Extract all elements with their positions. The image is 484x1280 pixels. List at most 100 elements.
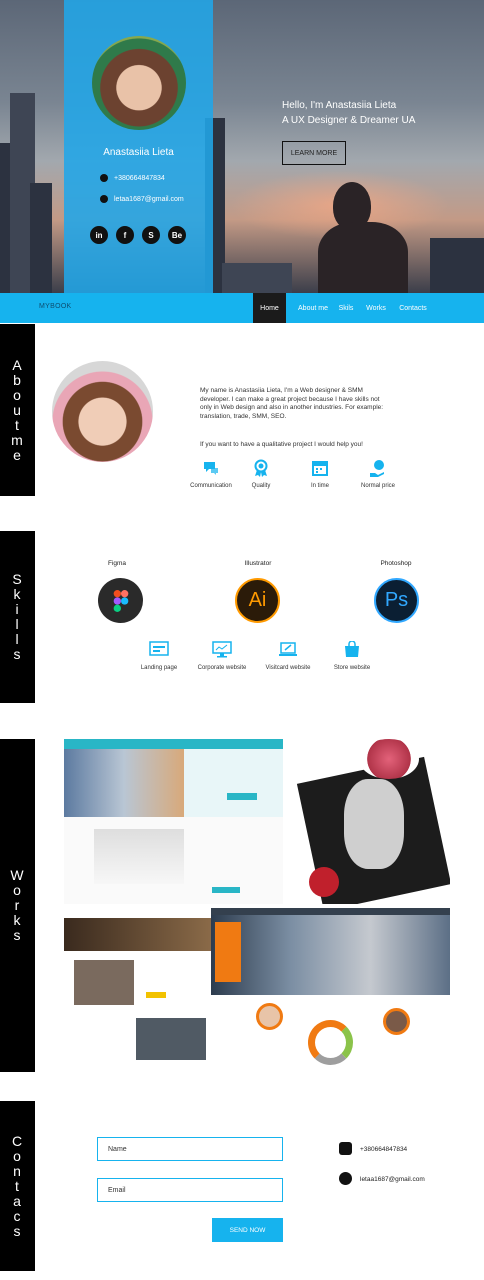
thumb-donut-chart xyxy=(308,1020,353,1065)
phone-text: +380664847834 xyxy=(114,174,165,182)
label-char: o xyxy=(13,386,22,403)
hero-heading: Hello, I'm Anastasiia Lieta A UX Designe… xyxy=(282,98,472,128)
work-thumbnail-dance[interactable] xyxy=(211,908,450,1073)
laptop-icon xyxy=(279,642,297,656)
label-char: n xyxy=(13,1162,22,1179)
hero-section: Anastasiia Lieta +380664847834 letaa1687… xyxy=(0,0,484,293)
profile-name: Anastasiia Lieta xyxy=(103,147,174,158)
profile-email: letaa1687@gmail.com xyxy=(100,195,184,203)
nav-skills[interactable]: Skils xyxy=(336,293,356,323)
thumb-avatar xyxy=(383,1008,410,1035)
skype-icon[interactable]: S xyxy=(142,226,160,244)
label-char: m xyxy=(11,431,24,448)
phone-icon xyxy=(339,1142,352,1155)
contacts-label: Contacs xyxy=(0,1101,35,1271)
work-thumbnail-corporate[interactable] xyxy=(64,739,283,904)
about-text: My name is Anastasiia Lieta, I'm a Web d… xyxy=(200,387,384,420)
service-label: Corporate website xyxy=(197,665,247,671)
illustrator-icon: Ai xyxy=(235,578,280,623)
label-char: c xyxy=(13,1207,22,1224)
thumb-avatar xyxy=(256,1003,283,1030)
label-char: b xyxy=(13,371,22,388)
about-avatar xyxy=(52,361,153,462)
figma-icon xyxy=(98,578,143,623)
thumb-header xyxy=(211,908,450,915)
label-char: o xyxy=(13,882,22,898)
name-field[interactable]: Name xyxy=(97,1137,283,1161)
nav-works[interactable]: Works xyxy=(362,293,390,323)
skills-label: Skills xyxy=(0,531,35,703)
service-label: Store website xyxy=(333,665,371,671)
monitor-icon xyxy=(212,641,232,658)
building xyxy=(430,238,484,293)
about-label: About me xyxy=(0,324,35,496)
price-icon xyxy=(370,460,384,477)
label-char: e xyxy=(13,446,22,463)
thumb-button xyxy=(146,992,166,998)
thumb-figure xyxy=(344,779,404,869)
label-char: A xyxy=(12,356,23,373)
nav-contacts[interactable]: Contacts xyxy=(394,293,432,323)
label-char: s xyxy=(13,646,22,662)
label-char: k xyxy=(13,586,22,602)
thumb-flags-image xyxy=(64,749,184,817)
works-label: Works xyxy=(0,739,35,1072)
navbar: MYBOOK Home About me Skils Works Contact… xyxy=(0,293,484,323)
label-char: i xyxy=(15,601,20,617)
thumb-hero-image xyxy=(211,915,450,995)
nav-home[interactable]: Home xyxy=(253,293,286,323)
thumb-menu xyxy=(215,922,241,982)
linkedin-icon[interactable]: in xyxy=(90,226,108,244)
thumb-button xyxy=(227,793,257,800)
email-field[interactable]: Email xyxy=(97,1178,283,1202)
work-thumbnail-collage[interactable] xyxy=(289,739,450,904)
facebook-icon[interactable]: f xyxy=(116,226,134,244)
feature-label: In time xyxy=(310,483,329,489)
label-char: r xyxy=(14,897,21,913)
medal-icon xyxy=(254,459,268,477)
contact-phone: +380664847834 xyxy=(360,1146,408,1153)
chat-icon xyxy=(204,462,218,475)
mail-icon xyxy=(100,195,108,203)
phone-icon xyxy=(100,174,108,182)
service-corporate-website: Corporate website xyxy=(184,641,260,671)
calendar-icon xyxy=(312,461,328,476)
work-thumbnail-music[interactable] xyxy=(64,908,211,1073)
mail-icon xyxy=(339,1172,352,1185)
building xyxy=(222,263,292,293)
thumb-team-photo xyxy=(94,829,184,884)
nav-about-me[interactable]: About me xyxy=(293,293,333,323)
skill-name-photoshop: Photoshop xyxy=(380,560,412,567)
figma-logo xyxy=(113,589,128,612)
feature-in-time: In time xyxy=(290,459,350,489)
email-text: letaa1687@gmail.com xyxy=(114,195,184,203)
silhouette xyxy=(318,222,408,293)
feature-normal-price: Normal price xyxy=(348,459,408,489)
service-store-website: Store website xyxy=(314,641,390,671)
about-cta-text: If you want to have a qualitative projec… xyxy=(200,441,363,448)
send-now-button[interactable]: SEND NOW xyxy=(212,1218,283,1242)
thumb-hero-text xyxy=(184,749,283,817)
hero-heading-line2: A UX Designer & Dreamer UA xyxy=(282,115,416,126)
skill-name-figma: Figma xyxy=(107,560,127,567)
label-char: t xyxy=(15,416,20,433)
learn-more-button[interactable]: LEARN MORE xyxy=(282,141,346,165)
label-char: C xyxy=(11,1132,24,1149)
feature-label: Normal price xyxy=(360,483,395,489)
label-char: a xyxy=(13,1192,22,1209)
shopping-bag-icon xyxy=(345,641,359,657)
thumb-roses xyxy=(359,739,419,779)
skill-name-illustrator: Illustrator xyxy=(244,560,272,567)
feature-quality: Quality xyxy=(231,459,291,489)
label-char: l xyxy=(15,631,20,647)
behance-icon[interactable]: Be xyxy=(168,226,186,244)
label-char: s xyxy=(13,927,22,943)
feature-label: Quality xyxy=(251,483,271,489)
hero-heading-line1: Hello, I'm Anastasiia Lieta xyxy=(282,100,397,111)
profile-phone: +380664847834 xyxy=(100,174,165,182)
avatar xyxy=(92,36,186,130)
building xyxy=(30,183,52,293)
photoshop-icon: Ps xyxy=(374,578,419,623)
label-char: u xyxy=(13,401,22,418)
logo[interactable]: MYBOOK xyxy=(39,303,72,310)
